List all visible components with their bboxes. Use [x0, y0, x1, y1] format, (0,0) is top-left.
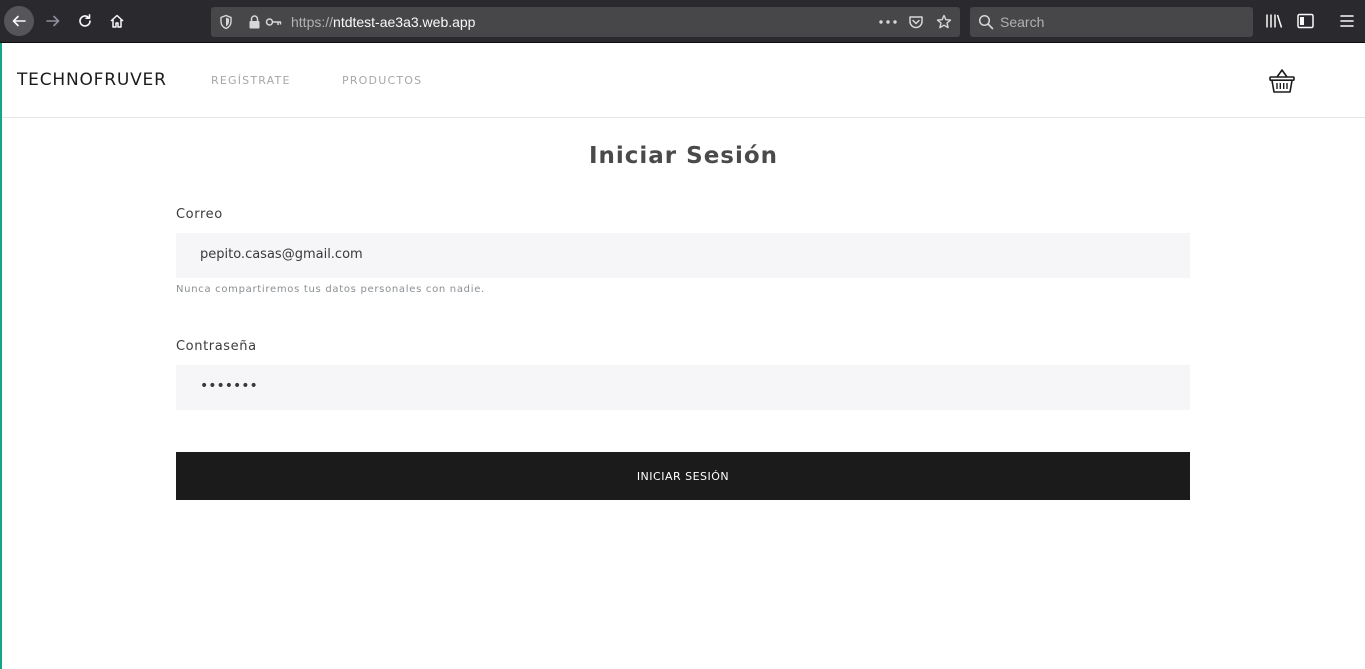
forward-arrow-icon: [46, 15, 60, 27]
brand-logo[interactable]: TECHNOFRUVER: [17, 70, 167, 90]
login-submit-button[interactable]: INICIAR SESIÓN: [176, 452, 1190, 500]
page-content: TECHNOFRUVER REGÍSTRATE PRODUCTOS Inicia…: [0, 43, 1365, 669]
basket-icon: [1269, 69, 1295, 93]
login-submit-label: INICIAR SESIÓN: [636, 469, 730, 483]
lock-icon[interactable]: [248, 14, 261, 30]
reload-icon: [79, 14, 91, 27]
star-icon[interactable]: [936, 14, 952, 30]
home-button[interactable]: [102, 6, 132, 36]
shield-icon[interactable]: [219, 14, 233, 30]
search-bar[interactable]: Search: [970, 7, 1253, 37]
forward-button[interactable]: [38, 6, 68, 36]
url-host: ntdtest-ae3a3.web.app: [333, 14, 476, 30]
email-help-text: Nunca compartiremos tus datos personales…: [176, 284, 485, 295]
password-field[interactable]: •••••••: [176, 365, 1190, 410]
back-button[interactable]: [4, 6, 34, 36]
url-text[interactable]: https://ntdtest-ae3a3.web.app: [291, 14, 475, 30]
pocket-icon[interactable]: [908, 14, 924, 30]
email-label: Correo: [176, 207, 223, 222]
site-header: TECHNOFRUVER REGÍSTRATE PRODUCTOS: [2, 43, 1365, 118]
email-value: pepito.casas@gmail.com: [200, 247, 363, 262]
nav-link-registrate[interactable]: REGÍSTRATE: [211, 74, 291, 87]
browser-toolbar: https://ntdtest-ae3a3.web.app Search: [0, 0, 1365, 43]
search-placeholder: Search: [1000, 14, 1045, 30]
menu-icon[interactable]: [1339, 13, 1355, 29]
email-field[interactable]: pepito.casas@gmail.com: [176, 233, 1190, 278]
cart-button[interactable]: [1268, 67, 1296, 95]
url-bar[interactable]: https://ntdtest-ae3a3.web.app: [211, 7, 960, 37]
library-icon[interactable]: [1265, 13, 1283, 29]
more-icon[interactable]: [879, 20, 897, 24]
password-label: Contraseña: [176, 339, 257, 354]
url-scheme: https://: [291, 14, 334, 30]
reload-button[interactable]: [70, 6, 100, 36]
home-icon: [110, 14, 124, 28]
back-arrow-icon: [12, 15, 26, 27]
password-value: •••••••: [200, 378, 258, 394]
sidebar-icon[interactable]: [1297, 13, 1314, 29]
search-icon: [978, 14, 994, 30]
nav-link-productos[interactable]: PRODUCTOS: [342, 74, 422, 87]
page-title: Iniciar Sesión: [588, 143, 779, 169]
key-icon[interactable]: [265, 15, 283, 29]
